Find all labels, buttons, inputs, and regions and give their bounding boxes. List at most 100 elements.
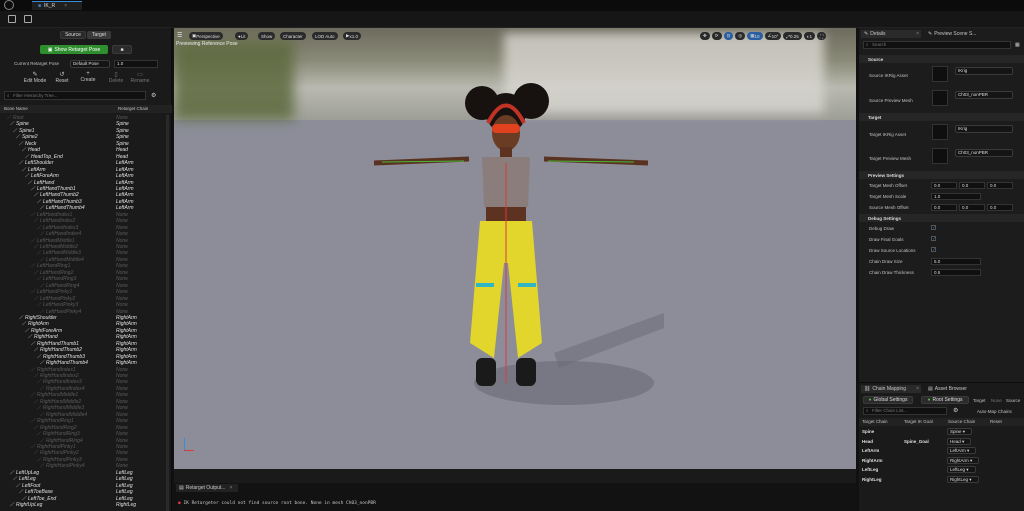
source-chain-dropdown[interactable]: Head ▾ <box>947 437 972 445</box>
bone-row[interactable]: ⟋ RightHandPinky4 None <box>0 463 166 469</box>
viewport-menu-icon[interactable]: ☰ <box>177 32 182 39</box>
bone-row[interactable]: ⟋ LeftHandThumb2 LeftArm <box>0 192 166 198</box>
chain-mapping-tab[interactable]: ⛓ Chain Mapping × <box>861 385 921 393</box>
hierarchy-filter-input[interactable]: ⌕ Filter Hierarchy Tree... <box>4 91 146 100</box>
target-mesh-offset-z[interactable]: 0.0 <box>987 182 1013 189</box>
chain-filter-input[interactable]: ⌕ Filter Chain List... <box>863 407 947 415</box>
target-mesh-scale-field[interactable]: 1.0 <box>931 193 981 200</box>
target-section-header[interactable]: Target <box>859 113 1024 121</box>
bone-row[interactable]: ⟋ RightHandThumb4 RightArm <box>0 360 166 366</box>
layout-icon[interactable]: ▦ <box>1015 42 1020 48</box>
camera-speed-button[interactable]: ◐ 1 <box>803 32 816 40</box>
scrollbar[interactable] <box>166 115 169 511</box>
target-mesh-dropdown[interactable]: Ch03_nonPBR <box>955 149 1013 157</box>
bone-row[interactable]: ⟋ LeftHandRing1 None <box>0 263 166 269</box>
asset-browser-tab[interactable]: ▤ Asset Browser <box>925 385 985 393</box>
chain-row[interactable]: RightLeg RightLeg ▾ <box>859 476 1024 484</box>
bone-row[interactable]: ⟋ RightHandMiddle2 None <box>0 399 166 405</box>
tab-target[interactable]: Target <box>87 31 111 39</box>
bone-row[interactable]: ⟋ RightHandMiddle4 None <box>0 412 166 418</box>
bone-row[interactable]: ⟋ RightArm RightArm <box>0 321 166 327</box>
source-mesh-offset-y[interactable]: 0.0 <box>959 204 985 211</box>
bone-row[interactable]: ⟋ RightUpLeg RightLeg <box>0 502 166 508</box>
col-bone-name[interactable]: Bone Name <box>4 106 28 111</box>
character-button[interactable]: Character <box>280 32 306 40</box>
tab-source[interactable]: Source <box>60 31 86 39</box>
source-rig-dropdown[interactable]: IKrig <box>955 67 1013 75</box>
bone-row[interactable]: ⟋ RightHandRing4 None <box>0 438 166 444</box>
col-target-chain[interactable]: Target Chain <box>862 419 888 424</box>
chain-row[interactable]: RightArm RightArm ▾ <box>859 456 1024 465</box>
target-link[interactable]: Target <box>973 398 986 403</box>
bone-row[interactable]: ⟋ RightHandRing2 None <box>0 425 166 431</box>
pose-blend-field[interactable]: 1.0 <box>114 60 158 68</box>
reset-button[interactable]: ↺ Reset <box>52 71 72 84</box>
bone-row[interactable]: ⟋ LeftHandThumb3 LeftArm <box>0 199 166 205</box>
world-icon[interactable]: ◎ <box>735 32 746 40</box>
root-settings-button[interactable]: ● Root Settings <box>921 396 969 404</box>
scale-icon[interactable]: ⊡ <box>723 32 734 40</box>
bone-row[interactable]: ⟋ RightHandIndex4 None <box>0 386 166 392</box>
details-tab[interactable]: ✎ Details × <box>861 30 921 38</box>
save-icon[interactable] <box>8 15 16 23</box>
bone-row[interactable]: ⟋ RightHandIndex2 None <box>0 373 166 379</box>
bone-row[interactable]: ⟋ LeftHandMiddle1 None <box>0 238 166 244</box>
document-tab[interactable]: ■ IK_R × <box>32 1 82 10</box>
draw-source-locations-checkbox[interactable]: ✓ <box>931 247 936 253</box>
auto-map-chains-button[interactable]: Auto-Map Chains <box>977 409 1012 414</box>
chain-row[interactable]: Head Spine_Goal Head ▾ <box>859 437 1024 446</box>
col-reset[interactable]: Reset <box>990 419 1002 424</box>
global-settings-button[interactable]: ● Global Settings <box>863 396 913 404</box>
chain-row[interactable]: Spine Spine ▾ <box>859 428 1024 436</box>
current-pose-dropdown[interactable]: Default Pose <box>70 60 110 68</box>
bone-row[interactable]: ⟋ LeftForeArm LeftArm <box>0 173 166 179</box>
angle-snap-button[interactable]: ∠ 10° <box>764 32 782 40</box>
source-chain-dropdown[interactable]: Spine ▾ <box>947 428 973 435</box>
chain-row[interactable]: LeftLeg LeftLeg ▾ <box>859 466 1024 474</box>
bone-row[interactable]: ⟋ RightHandThumb3 RightArm <box>0 354 166 360</box>
maximize-icon[interactable]: ⛶ <box>817 32 827 40</box>
unreal-logo-icon[interactable] <box>4 0 14 10</box>
bone-row[interactable]: ⟋ RightShoulder RightArm <box>0 315 166 321</box>
bone-row[interactable]: ⟋ LeftUpLeg LeftLeg <box>0 470 166 476</box>
grid-snap-button[interactable]: ▦ 10 <box>747 32 763 40</box>
bone-row[interactable]: ⟋ LeftHandMiddle4 None <box>0 257 166 263</box>
delete-button[interactable]: ▯ Delete <box>106 71 126 84</box>
bone-row[interactable]: ⟋ RightHandIndex3 None <box>0 379 166 385</box>
translate-icon[interactable]: ✥ <box>700 32 710 40</box>
bone-row[interactable]: ⟋ LeftToeBase LeftLeg <box>0 489 166 495</box>
bone-row[interactable]: ⟋ LeftFoot LeftLeg <box>0 483 166 489</box>
bone-row[interactable]: ⟋ LeftArm LeftArm <box>0 167 166 173</box>
bone-row[interactable]: ⟋ RightHandThumb1 RightArm <box>0 341 166 347</box>
gear-icon[interactable]: ⚙ <box>953 407 958 414</box>
play-speed-button[interactable]: ▶ x1.0 <box>343 32 361 40</box>
bone-row[interactable]: ⟋ LeftHandRing4 None <box>0 283 166 289</box>
bone-row[interactable]: ⟋ RightHandRing1 None <box>0 418 166 424</box>
close-icon[interactable]: × <box>916 31 919 37</box>
bone-row[interactable]: ⟋ Spine Spine <box>0 121 166 127</box>
bone-row[interactable]: ⟋ Spine2 Spine <box>0 134 166 140</box>
bone-row[interactable]: ⟋ LeftHandMiddle3 None <box>0 250 166 256</box>
chain-draw-size-field[interactable]: 5.0 <box>931 258 981 265</box>
show-button[interactable]: Show <box>258 32 276 40</box>
bone-row[interactable]: ⟋ Root None <box>0 115 166 121</box>
bone-row[interactable]: ⟋ RightHandMiddle3 None <box>0 405 166 411</box>
source-chain-dropdown[interactable]: LeftArm ▾ <box>947 447 977 455</box>
col-retarget-chain[interactable]: Retarget Chain <box>118 106 148 111</box>
bone-row[interactable]: ⟋ Neck Spine <box>0 141 166 147</box>
source-link[interactable]: Source <box>1006 398 1020 403</box>
bone-row[interactable]: ⟋ HeadTop_End Head <box>0 154 166 160</box>
col-target-ik-goal[interactable]: Target IK Goal <box>904 419 933 424</box>
edit-pose-toggle[interactable]: ■ <box>112 45 132 54</box>
bone-row[interactable]: ⟋ LeftHandIndex1 None <box>0 212 166 218</box>
bone-row[interactable]: ⟋ Head Head <box>0 147 166 153</box>
bone-row[interactable]: ⟋ LeftLeg LeftLeg <box>0 476 166 482</box>
bone-row[interactable]: ⟋ LeftHandThumb1 LeftArm <box>0 186 166 192</box>
chain-row[interactable]: LeftArm LeftArm ▾ <box>859 447 1024 455</box>
output-log-tab[interactable]: ▤ Retarget Output... × <box>176 484 238 492</box>
bone-row[interactable]: ⟋ LeftHandMiddle2 None <box>0 244 166 250</box>
chain-draw-thickness-field[interactable]: 0.5 <box>931 269 981 276</box>
close-icon[interactable]: × <box>916 386 919 392</box>
debug-draw-checkbox[interactable]: ✓ <box>931 225 936 231</box>
preview-settings-header[interactable]: Preview Settings <box>859 171 1024 179</box>
